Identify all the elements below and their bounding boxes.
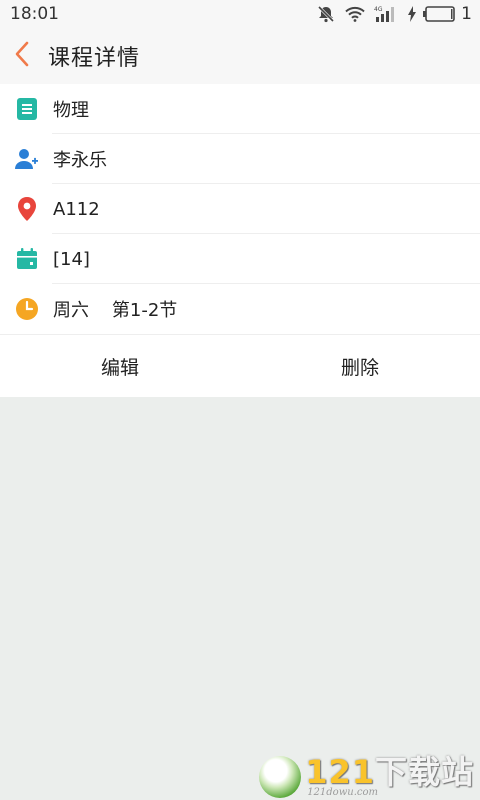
calendar-icon — [14, 246, 40, 272]
teacher-row: 李永乐 — [0, 134, 480, 184]
location-row: A112 — [0, 184, 480, 234]
wifi-icon — [345, 6, 365, 22]
course-time: 周六 第1-2节 — [53, 300, 178, 321]
teacher-person-icon — [14, 146, 40, 172]
watermark-logo-icon — [259, 756, 302, 798]
course-detail-list: 物理 李永乐 A112 [14] 周六 第1-2节 — [0, 84, 480, 334]
chevron-left-icon — [14, 41, 30, 71]
mute-notification-icon — [316, 4, 336, 24]
watermark-title: 121下载站 — [305, 756, 474, 788]
status-time: 18:01 — [10, 4, 59, 24]
weeks-row: [14] — [0, 234, 480, 284]
course-weeks: [14] — [53, 248, 90, 270]
cellular-signal-icon: 4G — [374, 5, 398, 23]
charging-icon — [407, 6, 417, 22]
course-name: 物理 — [53, 100, 89, 121]
svg-text:4G: 4G — [374, 6, 383, 13]
delete-button[interactable]: 删除 — [240, 335, 480, 397]
location-pin-icon — [14, 196, 40, 222]
site-watermark: 121下载站 121dowu.com — [259, 756, 474, 798]
back-button[interactable] — [14, 36, 42, 76]
app-bar: 课程详情 — [0, 28, 480, 84]
course-book-icon — [14, 96, 40, 122]
action-bar: 编辑 删除 — [0, 334, 480, 397]
clock-icon — [14, 296, 40, 322]
page-title: 课程详情 — [48, 46, 141, 71]
status-icons: 4G 1 — [316, 4, 472, 24]
battery-indicator: 1 — [407, 4, 472, 24]
course-name-row: 物理 — [0, 84, 480, 134]
edit-button[interactable]: 编辑 — [0, 335, 240, 397]
time-row: 周六 第1-2节 — [0, 284, 480, 334]
classroom-location: A112 — [53, 198, 100, 220]
teacher-name: 李永乐 — [53, 150, 107, 171]
watermark-url: 121dowu.com — [307, 787, 378, 798]
watermark-brand: 下载站 — [374, 753, 474, 791]
battery-icon — [423, 6, 455, 22]
battery-level: 1 — [461, 4, 472, 24]
watermark-number: 121 — [305, 753, 375, 791]
status-bar: 18:01 4G 1 — [0, 0, 480, 28]
